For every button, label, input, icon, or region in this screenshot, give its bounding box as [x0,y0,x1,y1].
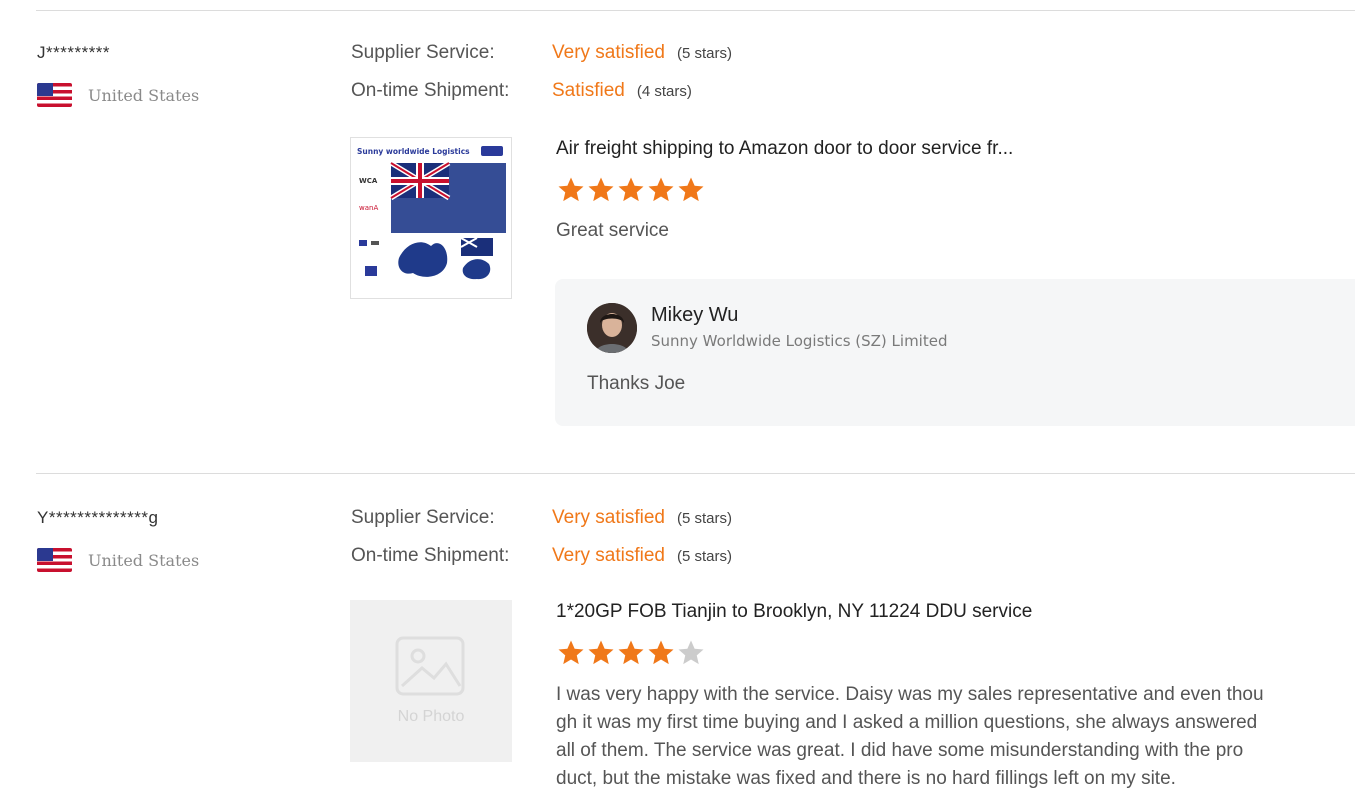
country-label: United States [88,550,200,570]
star-filled-icon [588,640,614,665]
supplier-service-value: Very satisfied [552,507,665,528]
supplier-service-label: Supplier Service: [351,507,495,528]
shipment-value: Very satisfied [552,545,665,566]
supplier-service-stars: (5 stars) [677,45,733,62]
review-comment-line: I was very happy with the service. Daisy… [556,684,1264,705]
product-thumbnail[interactable]: Sunny worldwide Logistics WCA wanA [350,137,512,299]
product-rating-stars [556,638,706,668]
buyer-country: United States [37,548,199,572]
avatar [587,303,637,353]
supplier-service-value: Very satisfied [552,42,665,63]
reply-text: Thanks Joe [587,373,686,394]
product-image-tag: WCA [359,177,378,185]
star-filled-icon [618,640,644,665]
shipment-label: On-time Shipment: [351,545,510,566]
star-filled-icon [648,640,674,665]
star-filled-icon [558,177,584,202]
us-flag-icon [37,548,72,572]
product-image-tag: wanA [359,204,378,212]
top-divider [36,10,1355,11]
shipment-rating: On-time Shipment: Satisfied (4 stars) [351,80,732,118]
supplier-service-stars: (5 stars) [677,510,733,527]
us-flag-icon [37,83,72,107]
shipment-value: Satisfied [552,80,625,101]
product-title-link[interactable]: 1*20GP FOB Tianjin to Brooklyn, NY 11224… [556,601,1032,623]
shipment-rating: On-time Shipment: Very satisfied (5 star… [351,545,732,583]
supplier-reply: Mikey Wu Sunny Worldwide Logistics (SZ) … [555,279,1355,426]
shipment-label: On-time Shipment: [351,80,510,101]
shipment-stars: (5 stars) [677,548,733,565]
product-title-link[interactable]: Air freight shipping to Amazon door to d… [556,138,1013,160]
star-filled-icon [618,177,644,202]
rating-summary: Supplier Service: Very satisfied (5 star… [351,507,732,583]
shipment-stars: (4 stars) [636,83,692,100]
star-filled-icon [558,640,584,665]
supplier-service-rating: Supplier Service: Very satisfied (5 star… [351,42,732,80]
no-photo-icon [395,636,465,696]
buyer-country: United States [37,83,199,107]
review-comment: I was very happy with the service. Daisy… [556,681,1336,792]
supplier-service-label: Supplier Service: [351,42,495,63]
no-photo-label: No Photo [397,708,465,725]
rating-summary: Supplier Service: Very satisfied (5 star… [351,42,732,118]
star-filled-icon [648,177,674,202]
review-comment-line: all of them. The service was great. I di… [556,740,1244,761]
star-empty-icon [678,640,704,665]
reply-author-company: Sunny Worldwide Logistics (SZ) Limited [651,332,948,350]
buyer-name: J********* [37,43,111,62]
buyer-name: Y**************g [37,508,159,527]
star-filled-icon [678,177,704,202]
product-image: Sunny worldwide Logistics WCA wanA [351,138,511,298]
reply-author-name: Mikey Wu [651,304,739,326]
review-divider [36,473,1355,474]
country-label: United States [88,85,200,105]
review-comment-line: duct, but the mistake was fixed and ther… [556,768,1176,789]
product-thumbnail[interactable]: No Photo [350,600,512,762]
review-comment: Great service [556,220,669,241]
product-image-caption: Sunny worldwide Logistics [357,147,470,156]
star-filled-icon [588,177,614,202]
review-comment-line: gh it was my first time buying and I ask… [556,712,1258,733]
product-rating-stars [556,175,706,205]
supplier-service-rating: Supplier Service: Very satisfied (5 star… [351,507,732,545]
